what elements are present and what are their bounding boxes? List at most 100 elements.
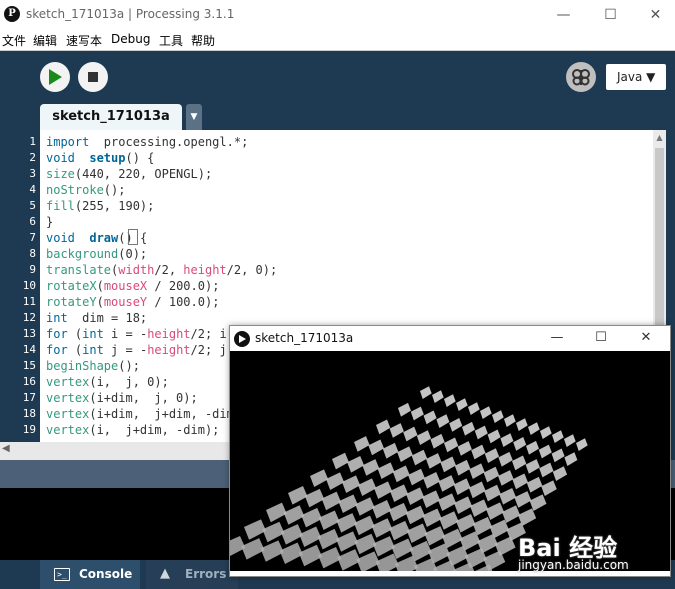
line-number: 5 [29,199,36,212]
code-line[interactable]: vertex(i, j, 0); [46,374,169,390]
menu-tools[interactable]: 工具 [159,32,183,49]
sketch-tile [436,414,450,428]
menu-help[interactable]: 帮助 [191,32,215,49]
code-line[interactable]: vertex(i+dim, j, 0); [46,390,198,406]
sketch-tile [529,494,547,511]
sketch-tile [438,493,457,511]
sketch-tile [512,455,527,471]
butterfly-icon [572,69,590,86]
sketch-tile [456,514,476,533]
line-number: 14 [22,343,36,356]
sketch-tile [403,426,418,442]
processing-logo-icon: P [4,6,20,22]
scrollbar-thumb[interactable] [655,148,664,342]
sketch-tile [552,430,564,443]
code-line[interactable]: for (int j = -height/2; j [46,342,227,358]
code-line[interactable]: background(0); [46,246,147,262]
code-line[interactable]: rotateX(mouseX / 200.0); [46,278,219,294]
sketch-tile [538,444,552,459]
sketch-tile [356,551,380,571]
sketch-tile [318,510,340,530]
sketch-tile [388,502,409,522]
sketch-tile [539,462,554,478]
sketch-tile [301,507,322,528]
console-tab-label: Console [79,567,133,581]
sketch-tile [440,456,456,473]
sketch-tile [410,406,424,421]
sketch-tile [398,402,411,417]
sketch-tile [504,414,516,427]
sketch-tile [483,466,500,483]
menu-debug[interactable]: Debug [111,32,150,46]
code-line[interactable]: import processing.opengl.*; [46,134,248,150]
scroll-up-icon[interactable]: ▲ [654,133,665,143]
code-line[interactable]: beginShape(); [46,358,140,374]
line-number: 6 [29,215,36,228]
close-icon[interactable]: ✕ [633,0,675,30]
line-number: 15 [22,359,36,372]
line-number: 9 [29,263,36,276]
debug-button[interactable] [566,62,596,92]
minimize-icon[interactable]: — [541,0,586,30]
sketch-tile [513,437,527,451]
sketch-tile [564,434,576,447]
line-number: 18 [22,407,36,420]
menu-edit[interactable]: 编辑 [33,32,57,49]
menu-file[interactable]: 文件 [2,32,26,49]
stop-button[interactable] [78,62,108,92]
code-line[interactable]: void setup() { [46,150,154,166]
code-line[interactable]: vertex(i+dim, j+dim, -dim) [46,406,241,422]
sketch-window-icon [234,331,250,347]
code-line[interactable]: } [46,214,53,230]
sketch-tile [420,386,432,399]
code-line[interactable]: for (int i = -height/2; i [46,326,227,342]
sketch-tile [439,511,459,530]
line-number: 7 [29,231,36,244]
run-button[interactable] [40,62,70,92]
sketch-tile [372,500,392,519]
stop-icon [88,72,98,82]
sketch-minimize-icon[interactable]: — [535,326,579,350]
sketch-tile [453,478,471,495]
sketch-tile [411,449,428,466]
tab-menu-button[interactable]: ▼ [186,104,202,130]
sketch-maximize-icon[interactable]: ☐ [579,326,623,350]
scroll-left-icon[interactable]: ◀ [2,443,10,454]
code-line[interactable]: rotateY(mouseY / 100.0); [46,294,219,310]
line-number: 17 [22,391,36,404]
code-line[interactable]: vertex(i, j+dim, -dim); [46,422,219,438]
sketch-close-icon[interactable]: ✕ [624,326,668,350]
sketch-tile [423,471,441,489]
code-line[interactable]: fill(255, 190); [46,198,154,214]
sketch-tile [342,475,361,493]
sketch-tile [405,505,426,525]
code-line[interactable]: size(440, 220, OPENGL); [46,166,212,182]
line-number: 8 [29,247,36,260]
sketch-tile [426,453,442,469]
sketch-tile [321,491,342,511]
code-line[interactable]: noStroke(); [46,182,125,198]
sketch-tile [406,523,428,543]
baidu-watermark-url: jingyan.baidu.com [518,558,629,572]
sketch-tile [389,520,410,541]
sketch-tile [304,488,325,508]
line-number: 3 [29,167,36,180]
sketch-tile [487,429,501,444]
tab-sketch[interactable]: sketch_171013a [40,104,182,130]
maximize-icon[interactable]: ☐ [588,0,633,30]
sketch-tile [310,469,329,487]
sketch-tile [368,439,384,456]
line-number: 12 [22,311,36,324]
sketch-tile [500,433,514,447]
sketch-tile [469,463,485,479]
sketch-tile [498,470,514,486]
sketch-tile [382,442,399,459]
play-icon [49,69,62,85]
sketch-tile [462,421,475,436]
mode-selector[interactable]: Java ▼ [606,64,666,90]
menu-sketch[interactable]: 速写本 [66,32,102,49]
code-line[interactable]: int dim = 18; [46,310,147,326]
line-number: 19 [22,423,36,436]
sketch-tile [480,406,492,419]
code-line[interactable]: translate(width/2, height/2, 0); [46,262,277,278]
